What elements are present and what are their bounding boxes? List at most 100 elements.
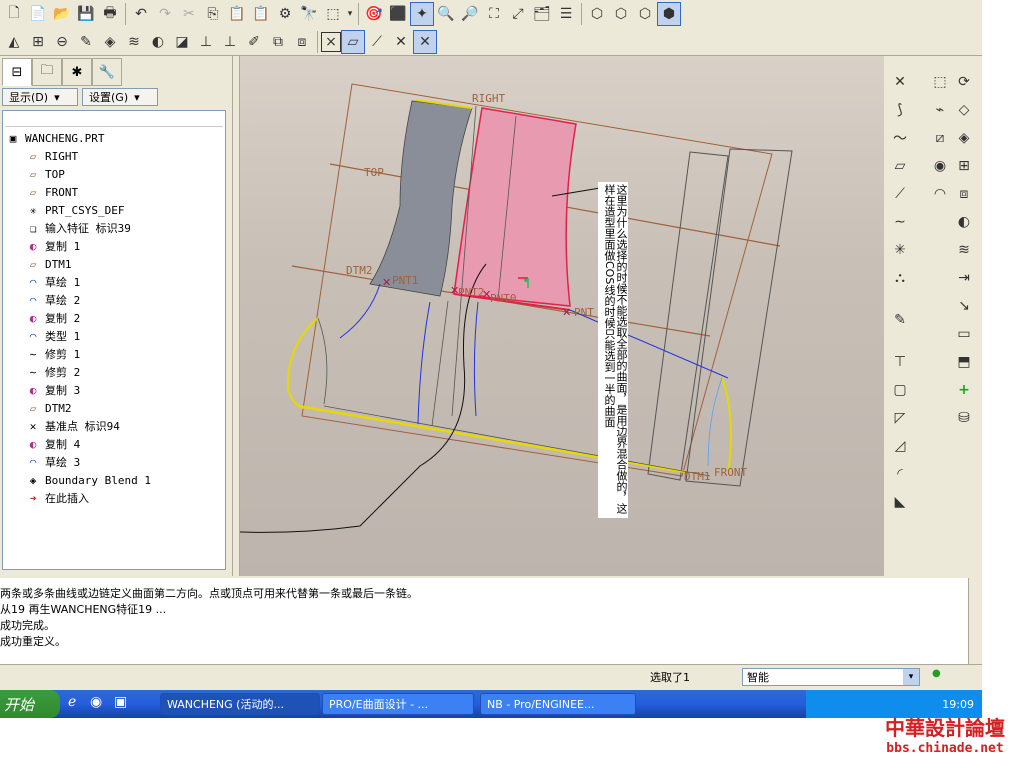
- copy-icon[interactable]: ⎘: [201, 2, 225, 26]
- trim-tool-icon[interactable]: ↘: [952, 294, 976, 318]
- fill-tool-icon[interactable]: ◉: [928, 154, 952, 178]
- quick-launch-app-icon[interactable]: ▣: [114, 694, 127, 710]
- tree-item[interactable]: ▣ WANCHENG.PRT: [5, 129, 225, 147]
- tree-item[interactable]: ◈ Boundary Blend 1: [5, 471, 225, 489]
- new-icon[interactable]: 🗋: [2, 2, 26, 26]
- measure-icon[interactable]: ⊥: [194, 30, 218, 54]
- tree-item[interactable]: ▱ FRONT: [5, 183, 225, 201]
- tree-item[interactable]: ◐ 复制 1: [5, 237, 225, 255]
- datum-plane-tool-icon[interactable]: ◭: [2, 30, 26, 54]
- surface-analysis-icon[interactable]: ◈: [98, 30, 122, 54]
- settings-menu-button[interactable]: 设置(G) ▾: [82, 88, 158, 106]
- graphics-window[interactable]: ✕ ✕ ✕ ✕ RIGHT TOP DTM2 PNT1 PNT2 PNT0 PN…: [240, 56, 884, 576]
- axis-display-icon[interactable]: ⟋: [365, 30, 389, 54]
- tree-item[interactable]: ▱ DTM1: [5, 255, 225, 273]
- tree-item[interactable]: ∼ 修剪 2: [5, 363, 225, 381]
- select-icon[interactable]: ✦: [410, 2, 434, 26]
- blend-tool-icon[interactable]: ◇: [952, 98, 976, 122]
- tree-item[interactable]: ∼ 修剪 1: [5, 345, 225, 363]
- wireframe-icon[interactable]: ⬡: [585, 2, 609, 26]
- tree-item[interactable]: ✕ 基准点 标识94: [5, 417, 225, 435]
- shell-tool-icon[interactable]: ▢: [888, 378, 912, 402]
- merge-tool-icon[interactable]: ⇥: [952, 266, 976, 290]
- save-icon[interactable]: 💾: [74, 2, 98, 26]
- tree-item[interactable]: ◠ 草绘 1: [5, 273, 225, 291]
- model-view[interactable]: ✕ ✕ ✕ ✕ RIGHT TOP DTM2 PNT1 PNT2 PNT0 PN…: [240, 56, 884, 576]
- tree-item[interactable]: ◐ 复制 3: [5, 381, 225, 399]
- datum-plane-tool-icon[interactable]: ▱: [888, 154, 912, 178]
- panel-splitter[interactable]: [232, 56, 240, 576]
- hole-tool-icon[interactable]: ⊤: [888, 350, 912, 374]
- print-icon[interactable]: 🖶: [98, 2, 122, 26]
- redo-icon[interactable]: ↷: [153, 2, 177, 26]
- sketch-curve-icon[interactable]: ⟆: [888, 98, 912, 122]
- saved-views-icon[interactable]: 🗂: [530, 2, 554, 26]
- cut-icon[interactable]: ✂: [177, 2, 201, 26]
- hidden-line-icon[interactable]: ⬡: [609, 2, 633, 26]
- rib-tool-icon[interactable]: ◸: [888, 406, 912, 430]
- curve-through-points-icon[interactable]: 〜: [888, 126, 912, 150]
- layers-icon[interactable]: ☰: [554, 2, 578, 26]
- reorient-icon[interactable]: ⤢: [506, 2, 530, 26]
- thicken-tool-icon[interactable]: ≋: [952, 238, 976, 262]
- curve-tool-icon[interactable]: ∼: [888, 210, 912, 234]
- model-tree-tab[interactable]: ⊟: [2, 58, 32, 86]
- tree-item[interactable]: ◠ 草绘 2: [5, 291, 225, 309]
- sketch-tool-icon[interactable]: ✎: [74, 30, 98, 54]
- connections-tab[interactable]: 🔧: [92, 58, 122, 86]
- quick-launch-ie-icon[interactable]: ℯ: [68, 694, 76, 710]
- surface-tool-icon[interactable]: ◠: [928, 182, 952, 206]
- tree-item[interactable]: ▱ DTM2: [5, 399, 225, 417]
- regenerate-icon[interactable]: ⚙: [273, 2, 297, 26]
- selection-filter[interactable]: 智能 ▾: [742, 668, 920, 686]
- chamfer-tool-icon[interactable]: ◣: [888, 490, 912, 514]
- tree-item[interactable]: ◐ 复制 2: [5, 309, 225, 327]
- chevron-down-icon[interactable]: ▾: [903, 669, 919, 685]
- spin-center-icon[interactable]: 🎯: [362, 2, 386, 26]
- message-scrollbar[interactable]: [968, 578, 982, 664]
- find-icon[interactable]: 🔭: [297, 2, 321, 26]
- revolve-tool-icon[interactable]: ⟳: [952, 70, 976, 94]
- zoom-out-icon[interactable]: 🔎: [458, 2, 482, 26]
- datum-display-icon[interactable]: ⬛: [386, 2, 410, 26]
- pattern-tool-icon[interactable]: ⊞: [952, 154, 976, 178]
- favorites-tab[interactable]: ✱: [62, 58, 92, 86]
- taskbar-item[interactable]: PRO/E曲面设计 - ...: [322, 693, 474, 715]
- datum-point-tool-icon[interactable]: ⊖: [50, 30, 74, 54]
- offset-tool-icon[interactable]: ◐: [952, 210, 976, 234]
- intersect-tool-icon[interactable]: ⬒: [952, 350, 976, 374]
- style-tool-icon[interactable]: ◈: [952, 126, 976, 150]
- shading-icon[interactable]: ⬢: [657, 2, 681, 26]
- draft-tool-icon[interactable]: ◿: [888, 434, 912, 458]
- round-tool-icon[interactable]: ◜: [888, 462, 912, 486]
- color-map-icon[interactable]: ◐: [146, 30, 170, 54]
- tool-pen-icon[interactable]: ✐: [242, 30, 266, 54]
- sweep-tool-icon[interactable]: ⌁: [928, 98, 952, 122]
- paste-special-icon[interactable]: 📋: [249, 2, 273, 26]
- paste-icon[interactable]: 📋: [225, 2, 249, 26]
- plane-display-icon[interactable]: ▱: [341, 29, 365, 54]
- analysis-tool-icon[interactable]: ⛬: [888, 266, 912, 290]
- add-tool-icon[interactable]: +: [952, 378, 976, 402]
- taskbar-item[interactable]: WANCHENG (活动的...: [160, 693, 320, 715]
- curvature-icon[interactable]: ≋: [122, 30, 146, 54]
- sketch-tool-icon[interactable]: ✎: [888, 308, 912, 332]
- start-button[interactable]: 开始: [0, 690, 60, 718]
- extend-tool-icon[interactable]: ▭: [952, 322, 976, 346]
- datum-axis-tool-icon[interactable]: ⊞: [26, 30, 50, 54]
- undo-icon[interactable]: ↶: [129, 2, 153, 26]
- draft-analysis-icon[interactable]: ◪: [170, 30, 194, 54]
- csys-tool-icon[interactable]: ✳: [888, 238, 912, 262]
- measure-2-icon[interactable]: ⊥: [218, 30, 242, 54]
- folder-browser-tab[interactable]: 🗀: [32, 58, 62, 86]
- tree-item[interactable]: ▱ TOP: [5, 165, 225, 183]
- copy-tool-icon[interactable]: ⧈: [952, 182, 976, 206]
- quick-launch-browser-icon[interactable]: ◉: [90, 694, 102, 710]
- tree-item[interactable]: ◠ 草绘 3: [5, 453, 225, 471]
- tree-item[interactable]: ❏ 输入特征 标识39: [5, 219, 225, 237]
- dropdown-arrow-icon[interactable]: ▾: [345, 2, 355, 26]
- tree-item[interactable]: ▱ RIGHT: [5, 147, 225, 165]
- display-menu-button[interactable]: 显示(D) ▾: [2, 88, 78, 106]
- view-frame-icon[interactable]: ⧉: [266, 30, 290, 54]
- no-hidden-icon[interactable]: ⬡: [633, 2, 657, 26]
